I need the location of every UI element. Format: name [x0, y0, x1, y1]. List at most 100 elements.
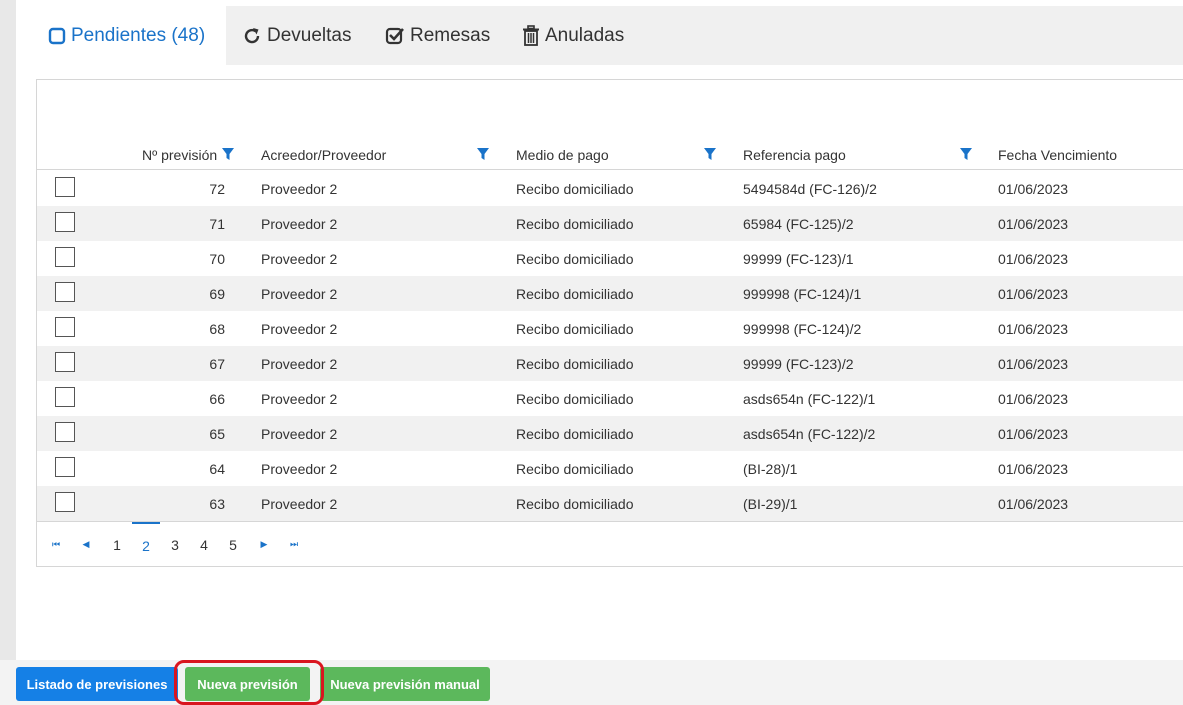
tab-label: Pendientes (48)	[71, 24, 206, 46]
cell-acreedor: Proveedor 2	[261, 495, 338, 512]
cell-num: 72	[209, 180, 225, 197]
tab-anuladas[interactable]: Anuladas	[522, 6, 624, 65]
next-page-button[interactable]: ▶	[255, 522, 273, 567]
filter-icon[interactable]	[476, 147, 490, 164]
tab-bar: Pendientes (48) Devueltas Remesas Anulad…	[16, 6, 1183, 65]
column-header-medio[interactable]: Medio de pago	[516, 140, 609, 170]
cell-fecha: 01/06/2023	[998, 390, 1069, 407]
table-row[interactable]: 65 Proveedor 2 Recibo domiciliado asds65…	[37, 416, 1183, 451]
cell-medio: Recibo domiciliado	[516, 425, 634, 442]
table-row[interactable]: 67 Proveedor 2 Recibo domiciliado 99999 …	[37, 346, 1183, 381]
tab-pendientes[interactable]: Pendientes (48)	[16, 6, 226, 65]
cell-medio: Recibo domiciliado	[516, 495, 634, 512]
cell-acreedor: Proveedor 2	[261, 355, 338, 372]
cell-medio: Recibo domiciliado	[516, 215, 634, 232]
table-row[interactable]: 66 Proveedor 2 Recibo domiciliado asds65…	[37, 381, 1183, 416]
table-row[interactable]: 63 Proveedor 2 Recibo domiciliado (BI-29…	[37, 486, 1183, 521]
column-header-referencia[interactable]: Referencia pago	[743, 140, 846, 170]
row-checkbox[interactable]	[55, 282, 75, 302]
cell-fecha: 01/06/2023	[998, 285, 1069, 302]
row-checkbox[interactable]	[55, 212, 75, 232]
cell-fecha: 01/06/2023	[998, 495, 1069, 512]
cell-acreedor: Proveedor 2	[261, 320, 338, 337]
tab-label: Anuladas	[545, 24, 625, 46]
table-row[interactable]: 71 Proveedor 2 Recibo domiciliado 65984 …	[37, 206, 1183, 241]
nueva-prevision-button[interactable]: Nueva previsión	[185, 667, 310, 701]
filter-icon[interactable]	[221, 147, 235, 164]
table-row[interactable]: 68 Proveedor 2 Recibo domiciliado 999998…	[37, 311, 1183, 346]
page-5-button[interactable]: 5	[223, 522, 243, 567]
table-row[interactable]: 69 Proveedor 2 Recibo domiciliado 999998…	[37, 276, 1183, 311]
cell-fecha: 01/06/2023	[998, 320, 1069, 337]
cell-num: 66	[209, 390, 225, 407]
row-checkbox[interactable]	[55, 422, 75, 442]
checkbox-checked-icon	[385, 26, 405, 46]
table-row[interactable]: 70 Proveedor 2 Recibo domiciliado 99999 …	[37, 241, 1183, 276]
cell-referencia: 999998 (FC-124)/1	[743, 285, 862, 302]
cell-acreedor: Proveedor 2	[261, 180, 338, 197]
page-3-button[interactable]: 3	[165, 522, 185, 567]
tab-devueltas[interactable]: Devueltas	[242, 6, 352, 65]
cell-num: 68	[209, 320, 225, 337]
row-checkbox[interactable]	[55, 387, 75, 407]
page-1-button[interactable]: 1	[107, 522, 127, 567]
nueva-prevision-manual-button[interactable]: Nueva previsión manual	[320, 667, 490, 701]
cell-medio: Recibo domiciliado	[516, 460, 634, 477]
cell-referencia: 99999 (FC-123)/1	[743, 250, 854, 267]
cell-medio: Recibo domiciliado	[516, 355, 634, 372]
cell-num: 63	[209, 495, 225, 512]
tab-remesas[interactable]: Remesas	[385, 6, 490, 65]
left-edge-strip	[0, 0, 16, 660]
cell-num: 64	[209, 460, 225, 477]
row-checkbox[interactable]	[55, 247, 75, 267]
cell-medio: Recibo domiciliado	[516, 390, 634, 407]
cell-acreedor: Proveedor 2	[261, 390, 338, 407]
cell-num: 71	[209, 215, 225, 232]
page-2-button[interactable]: 2	[132, 522, 160, 567]
listado-previsiones-button[interactable]: Listado de previsiones	[16, 667, 178, 701]
cell-referencia: 5494584d (FC-126)/2	[743, 180, 877, 197]
grid-header: Nº previsión Acreedor/Proveedor Medio de…	[37, 140, 1183, 170]
cell-referencia: (BI-29)/1	[743, 495, 798, 512]
first-page-button[interactable]: ⏮	[47, 522, 65, 567]
cell-referencia: asds654n (FC-122)/2	[743, 425, 876, 442]
row-checkbox[interactable]	[55, 352, 75, 372]
cell-fecha: 01/06/2023	[998, 425, 1069, 442]
column-header-num[interactable]: Nº previsión	[142, 140, 217, 170]
last-page-button[interactable]: ⏭	[285, 522, 303, 567]
tab-label: Devueltas	[267, 24, 352, 46]
cell-fecha: 01/06/2023	[998, 215, 1069, 232]
row-checkbox[interactable]	[55, 457, 75, 477]
cell-acreedor: Proveedor 2	[261, 250, 338, 267]
cell-fecha: 01/06/2023	[998, 250, 1069, 267]
prev-page-button[interactable]: ◀	[77, 522, 95, 567]
cell-num: 70	[209, 250, 225, 267]
cell-referencia: (BI-28)/1	[743, 460, 798, 477]
cell-referencia: 65984 (FC-125)/2	[743, 215, 854, 232]
row-checkbox[interactable]	[55, 317, 75, 337]
cell-medio: Recibo domiciliado	[516, 250, 634, 267]
cell-acreedor: Proveedor 2	[261, 285, 338, 302]
cell-referencia: 999998 (FC-124)/2	[743, 320, 862, 337]
column-header-acreedor[interactable]: Acreedor/Proveedor	[261, 140, 386, 170]
cell-referencia: 99999 (FC-123)/2	[743, 355, 854, 372]
refresh-icon	[242, 26, 262, 46]
previsiones-grid: Nº previsión Acreedor/Proveedor Medio de…	[36, 79, 1183, 567]
cell-acreedor: Proveedor 2	[261, 215, 338, 232]
row-checkbox[interactable]	[55, 492, 75, 512]
tab-label: Remesas	[410, 24, 491, 46]
table-row[interactable]: 64 Proveedor 2 Recibo domiciliado (BI-28…	[37, 451, 1183, 486]
filter-icon[interactable]	[703, 147, 717, 164]
square-outline-icon	[48, 27, 66, 45]
row-checkbox[interactable]	[55, 177, 75, 197]
cell-fecha: 01/06/2023	[998, 180, 1069, 197]
cell-acreedor: Proveedor 2	[261, 425, 338, 442]
cell-fecha: 01/06/2023	[998, 355, 1069, 372]
column-header-fecha[interactable]: Fecha Vencimiento	[998, 140, 1117, 170]
filter-icon[interactable]	[959, 147, 973, 164]
cell-acreedor: Proveedor 2	[261, 460, 338, 477]
page-4-button[interactable]: 4	[194, 522, 214, 567]
cell-medio: Recibo domiciliado	[516, 320, 634, 337]
table-row[interactable]: 72 Proveedor 2 Recibo domiciliado 549458…	[37, 171, 1183, 206]
trash-icon	[522, 24, 540, 47]
